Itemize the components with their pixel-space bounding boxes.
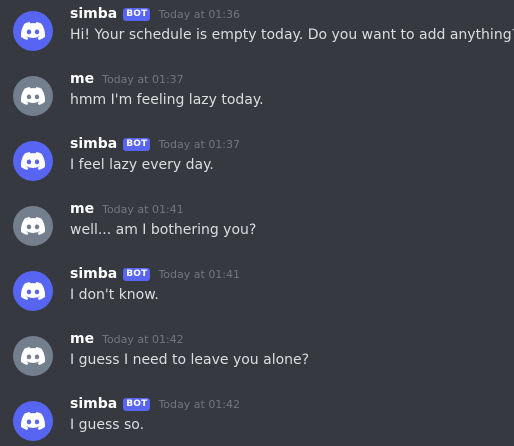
chat-messages: simba BOT Today at 01:36 Hi! Your schedu… (0, 0, 514, 446)
message-header: me Today at 01:42 (70, 329, 184, 349)
message-item: simba BOT Today at 01:36 Hi! Your schedu… (0, 6, 514, 71)
bot-tag: BOT (123, 397, 151, 411)
timestamp: Today at 01:41 (102, 202, 184, 216)
message-item: me Today at 01:41 well... am I bothering… (0, 201, 514, 266)
username[interactable]: simba (70, 396, 117, 412)
avatar[interactable] (13, 401, 53, 441)
message-item: simba BOT Today at 01:42 I guess so. (0, 396, 514, 446)
message-item: me Today at 01:42 I guess I need to leav… (0, 331, 514, 396)
message-content: I guess so. (70, 417, 145, 433)
message-content: I don't know. (70, 287, 159, 303)
discord-logo-icon (21, 412, 45, 430)
discord-logo-icon (21, 217, 45, 235)
avatar[interactable] (13, 11, 53, 51)
timestamp: Today at 01:37 (102, 72, 184, 86)
avatar[interactable] (13, 206, 53, 246)
discord-logo-icon (21, 87, 45, 105)
message-header: simba BOT Today at 01:37 (70, 134, 240, 154)
username[interactable]: me (70, 331, 94, 347)
username[interactable]: simba (70, 136, 117, 152)
timestamp: Today at 01:42 (158, 397, 241, 411)
timestamp: Today at 01:42 (102, 332, 184, 346)
message-header: simba BOT Today at 01:42 (70, 394, 240, 414)
message-header: simba BOT Today at 01:41 (70, 264, 240, 284)
message-content: I feel lazy every day. (70, 157, 214, 173)
avatar[interactable] (13, 76, 53, 116)
username[interactable]: simba (70, 266, 117, 282)
bot-tag: BOT (123, 7, 151, 21)
username[interactable]: me (70, 71, 94, 87)
message-content: hmm I'm feeling lazy today. (70, 92, 264, 108)
message-item: simba BOT Today at 01:37 I feel lazy eve… (0, 136, 514, 201)
username[interactable]: me (70, 201, 94, 217)
message-header: me Today at 01:37 (70, 69, 184, 89)
discord-logo-icon (21, 347, 45, 365)
discord-logo-icon (21, 22, 45, 40)
avatar[interactable] (13, 336, 53, 376)
timestamp: Today at 01:41 (158, 267, 241, 281)
message-content: Hi! Your schedule is empty today. Do you… (70, 27, 514, 43)
avatar[interactable] (13, 141, 53, 181)
avatar[interactable] (13, 271, 53, 311)
timestamp: Today at 01:36 (158, 7, 241, 21)
message-content: I guess I need to leave you alone? (70, 352, 310, 368)
discord-logo-icon (21, 282, 45, 300)
bot-tag: BOT (123, 267, 151, 281)
message-header: me Today at 01:41 (70, 199, 184, 219)
message-header: simba BOT Today at 01:36 (70, 4, 240, 24)
message-content: well... am I bothering you? (70, 222, 257, 238)
username[interactable]: simba (70, 6, 117, 22)
timestamp: Today at 01:37 (158, 137, 241, 151)
bot-tag: BOT (123, 137, 151, 151)
message-item: simba BOT Today at 01:41 I don't know. (0, 266, 514, 331)
message-item: me Today at 01:37 hmm I'm feeling lazy t… (0, 71, 514, 136)
discord-logo-icon (21, 152, 45, 170)
